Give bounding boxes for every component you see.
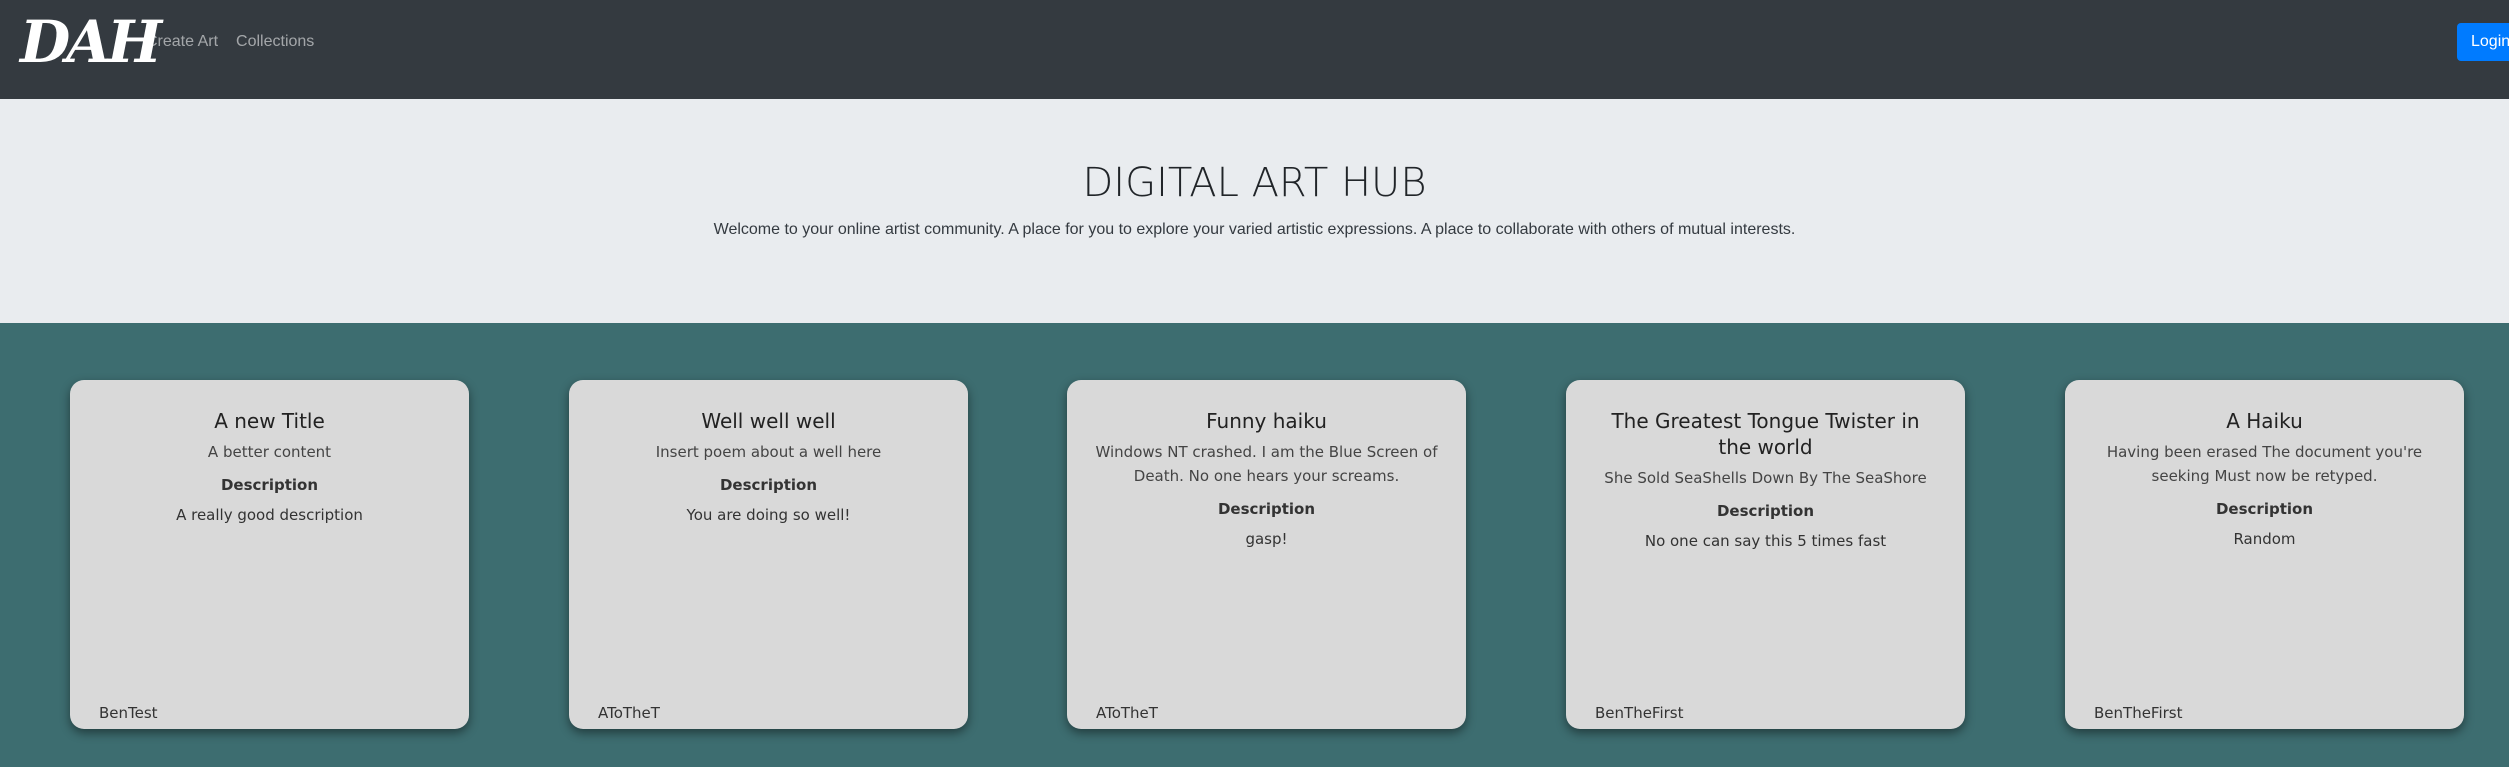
- art-cards-section: A new Title A better content Description…: [0, 323, 2509, 767]
- card-author: BenTest: [99, 704, 158, 722]
- card-title: Well well well: [701, 409, 836, 433]
- card-content: Having been erased The document you're s…: [2106, 443, 2423, 485]
- card-content: Insert poem about a well here: [655, 443, 882, 461]
- card-description-label: Description: [2215, 500, 2314, 518]
- top-navbar: DAH Create Art Collections Login: [0, 0, 2509, 99]
- art-card[interactable]: Funny haiku Windows NT crashed. I am the…: [1067, 380, 1466, 729]
- nav-links: Create Art Collections: [146, 30, 314, 54]
- card-content: Windows NT crashed. I am the Blue Screen…: [1095, 443, 1438, 485]
- card-description-label: Description: [220, 476, 319, 494]
- hero-jumbotron: DIGITAL ART HUB Welcome to your online a…: [0, 99, 2509, 323]
- card-description: gasp!: [1245, 530, 1288, 548]
- card-description: You are doing so well!: [686, 506, 851, 524]
- card-title: A new Title: [214, 409, 325, 433]
- card-author: AToTheT: [598, 704, 660, 722]
- art-card[interactable]: The Greatest Tongue Twister in the world…: [1566, 380, 1965, 729]
- page-title: DIGITAL ART HUB: [1082, 160, 1427, 206]
- card-content: She Sold SeaShells Down By The SeaShore: [1604, 469, 1927, 487]
- card-content: A better content: [207, 443, 332, 461]
- card-title: Funny haiku: [1206, 409, 1327, 433]
- card-title: A Haiku: [2226, 409, 2303, 433]
- brand-logo[interactable]: DAH: [20, 6, 162, 78]
- card-description-label: Description: [1217, 500, 1316, 518]
- login-button[interactable]: Login: [2457, 23, 2509, 61]
- page-subtitle: Welcome to your online artist community.…: [713, 221, 1796, 238]
- card-description: A really good description: [176, 506, 363, 524]
- art-card[interactable]: A Haiku Having been erased The document …: [2065, 380, 2464, 729]
- art-card[interactable]: Well well well Insert poem about a well …: [569, 380, 968, 729]
- card-author: BenTheFirst: [2094, 704, 2183, 722]
- card-title: The Greatest Tongue Twister in the world: [1611, 409, 1920, 459]
- card-author: AToTheT: [1096, 704, 1158, 722]
- card-description: Random: [2233, 530, 2296, 548]
- card-description-label: Description: [1716, 502, 1815, 520]
- card-author: BenTheFirst: [1595, 704, 1684, 722]
- card-description: No one can say this 5 times fast: [1644, 532, 1887, 550]
- nav-link-collections[interactable]: Collections: [236, 30, 314, 54]
- nav-link-create-art[interactable]: Create Art: [146, 30, 218, 54]
- art-card[interactable]: A new Title A better content Description…: [70, 380, 469, 729]
- card-description-label: Description: [719, 476, 818, 494]
